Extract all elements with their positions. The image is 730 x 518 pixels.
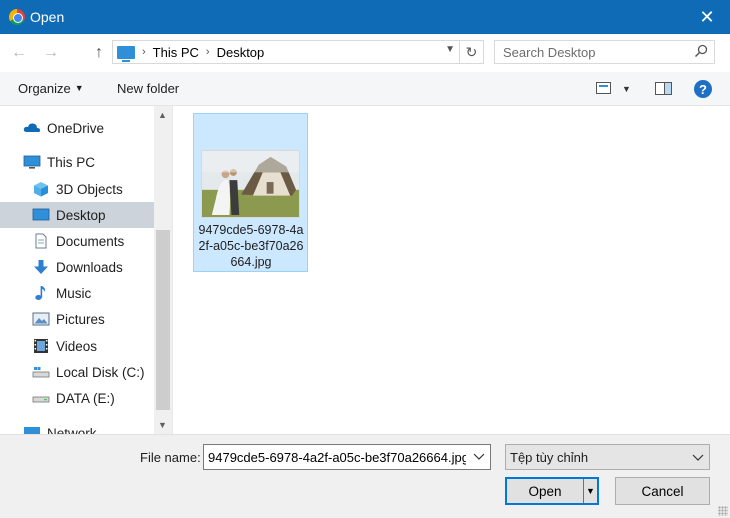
view-options-dropdown-icon[interactable]: ▼ [622, 84, 631, 94]
sidebar-item-videos[interactable]: Videos [0, 333, 154, 359]
organize-label: Organize [18, 81, 71, 96]
chevron-down-icon[interactable] [691, 450, 705, 464]
sidebar-item-3d-objects[interactable]: 3D Objects [0, 176, 154, 202]
desktop-icon [32, 208, 50, 221]
chevron-down-icon[interactable]: ▼ [445, 44, 455, 55]
forward-button[interactable]: → [40, 42, 62, 64]
chevron-down-icon[interactable] [472, 449, 486, 463]
change-view-icon[interactable] [596, 82, 611, 94]
sidebar-item-label: Downloads [56, 259, 123, 275]
scroll-up-arrow-icon[interactable]: ▲ [158, 110, 167, 120]
file-type-value: Tệp tùy chỉnh [510, 450, 589, 465]
sidebar-item-label: Network [47, 425, 97, 435]
back-button[interactable]: ← [8, 42, 30, 64]
computer-icon [23, 155, 41, 169]
sidebar-item-label: 3D Objects [56, 181, 123, 197]
sidebar-item-label: Documents [56, 233, 125, 249]
help-icon[interactable]: ? [694, 80, 712, 98]
sidebar-item-label: Videos [56, 338, 98, 354]
search-box[interactable] [494, 40, 715, 64]
file-name-label: 9479cde5-6978-4a2f-a05c-be3f70a26664.jpg [198, 223, 304, 269]
breadcrumb-this-pc[interactable]: This PC [153, 45, 199, 60]
drive-icon [32, 367, 50, 378]
film-icon [34, 339, 48, 353]
music-note-icon [35, 286, 46, 300]
breadcrumb-separator-icon: › [142, 46, 146, 58]
sidebar-item-label: Desktop [56, 207, 106, 223]
sidebar-item-downloads[interactable]: Downloads [0, 254, 154, 280]
sidebar-item-desktop[interactable]: Desktop [0, 202, 154, 228]
sidebar-item-network[interactable]: Network [0, 420, 154, 434]
sidebar-item-label: OneDrive [47, 120, 105, 136]
command-toolbar: Organize ▼ New folder ▼ ? [0, 72, 730, 106]
file-item[interactable]: 9479cde5-6978-4a2f-a05c-be3f70a26664.jpg [193, 113, 308, 272]
cancel-button[interactable]: Cancel [615, 477, 710, 505]
sidebar-item-music[interactable]: Music [0, 280, 154, 306]
file-name-label: File name: [140, 450, 201, 465]
picture-icon [32, 312, 50, 326]
drive-icon [32, 396, 50, 403]
organize-button[interactable]: Organize ▼ [18, 81, 84, 96]
open-button-label: Open [528, 483, 562, 499]
address-bar[interactable]: › This PC › Desktop ▼ ↻ [112, 40, 484, 64]
breadcrumb-separator-icon: › [205, 46, 210, 58]
scroll-down-arrow-icon[interactable]: ▼ [158, 420, 167, 430]
open-options-dropdown-icon[interactable]: ▼ [583, 479, 597, 503]
new-folder-button[interactable]: New folder [117, 81, 179, 96]
sidebar-item-this-pc[interactable]: This PC [0, 149, 154, 175]
sidebar-item-label: Music [56, 285, 92, 301]
breadcrumb-desktop[interactable]: Desktop [217, 45, 265, 60]
sidebar-item-label: Local Disk (C:) [56, 364, 145, 380]
navigation-bar: ← → ↑ › This PC › Desktop ▼ ↻ [0, 34, 730, 72]
file-type-select[interactable]: Tệp tùy chỉnh [505, 444, 710, 470]
download-arrow-icon [34, 260, 48, 274]
title-bar: Open ✕ [0, 0, 730, 34]
image-thumbnail [201, 150, 300, 218]
computer-icon [117, 45, 135, 62]
up-button[interactable]: ↑ [88, 42, 110, 64]
cube-icon [34, 182, 48, 197]
close-button[interactable]: ✕ [684, 0, 730, 34]
sidebar-item-label: DATA (E:) [56, 390, 115, 406]
sidebar-item-onedrive[interactable]: OneDrive [0, 115, 154, 141]
navigation-pane: OneDrive This PC 3D Objects Desktop Docu… [0, 106, 172, 434]
file-name-combobox[interactable] [203, 444, 491, 470]
search-input[interactable] [495, 41, 685, 63]
caret-down-icon: ▼ [74, 83, 84, 93]
sidebar-item-pictures[interactable]: Pictures [0, 306, 154, 332]
network-icon [24, 427, 40, 434]
sidebar-item-label: Pictures [56, 311, 105, 327]
dialog-footer: File name: Tệp tùy chỉnh Open ▼ Cancel [0, 434, 730, 518]
sidebar-item-label: This PC [47, 154, 96, 170]
scrollbar-thumb[interactable] [156, 230, 170, 410]
sidebar-scrollbar[interactable]: ▲ ▼ [154, 106, 172, 434]
sidebar-item-documents[interactable]: Documents [0, 228, 154, 254]
sidebar-item-local-disk-c[interactable]: Local Disk (C:) [0, 359, 154, 385]
refresh-icon[interactable]: ↻ [459, 41, 483, 63]
window-title: Open [30, 9, 65, 25]
file-name-input[interactable] [204, 445, 466, 469]
chrome-app-icon [9, 9, 25, 25]
search-icon[interactable] [694, 44, 708, 58]
preview-pane-icon[interactable] [655, 82, 672, 95]
file-list-area: 9479cde5-6978-4a2f-a05c-be3f70a26664.jpg [172, 106, 730, 434]
cloud-icon [23, 123, 41, 133]
sidebar-item-data-e[interactable]: DATA (E:) [0, 385, 154, 411]
resize-grip-icon[interactable] [718, 506, 728, 516]
document-icon [35, 233, 47, 249]
open-button[interactable]: Open ▼ [505, 477, 599, 505]
